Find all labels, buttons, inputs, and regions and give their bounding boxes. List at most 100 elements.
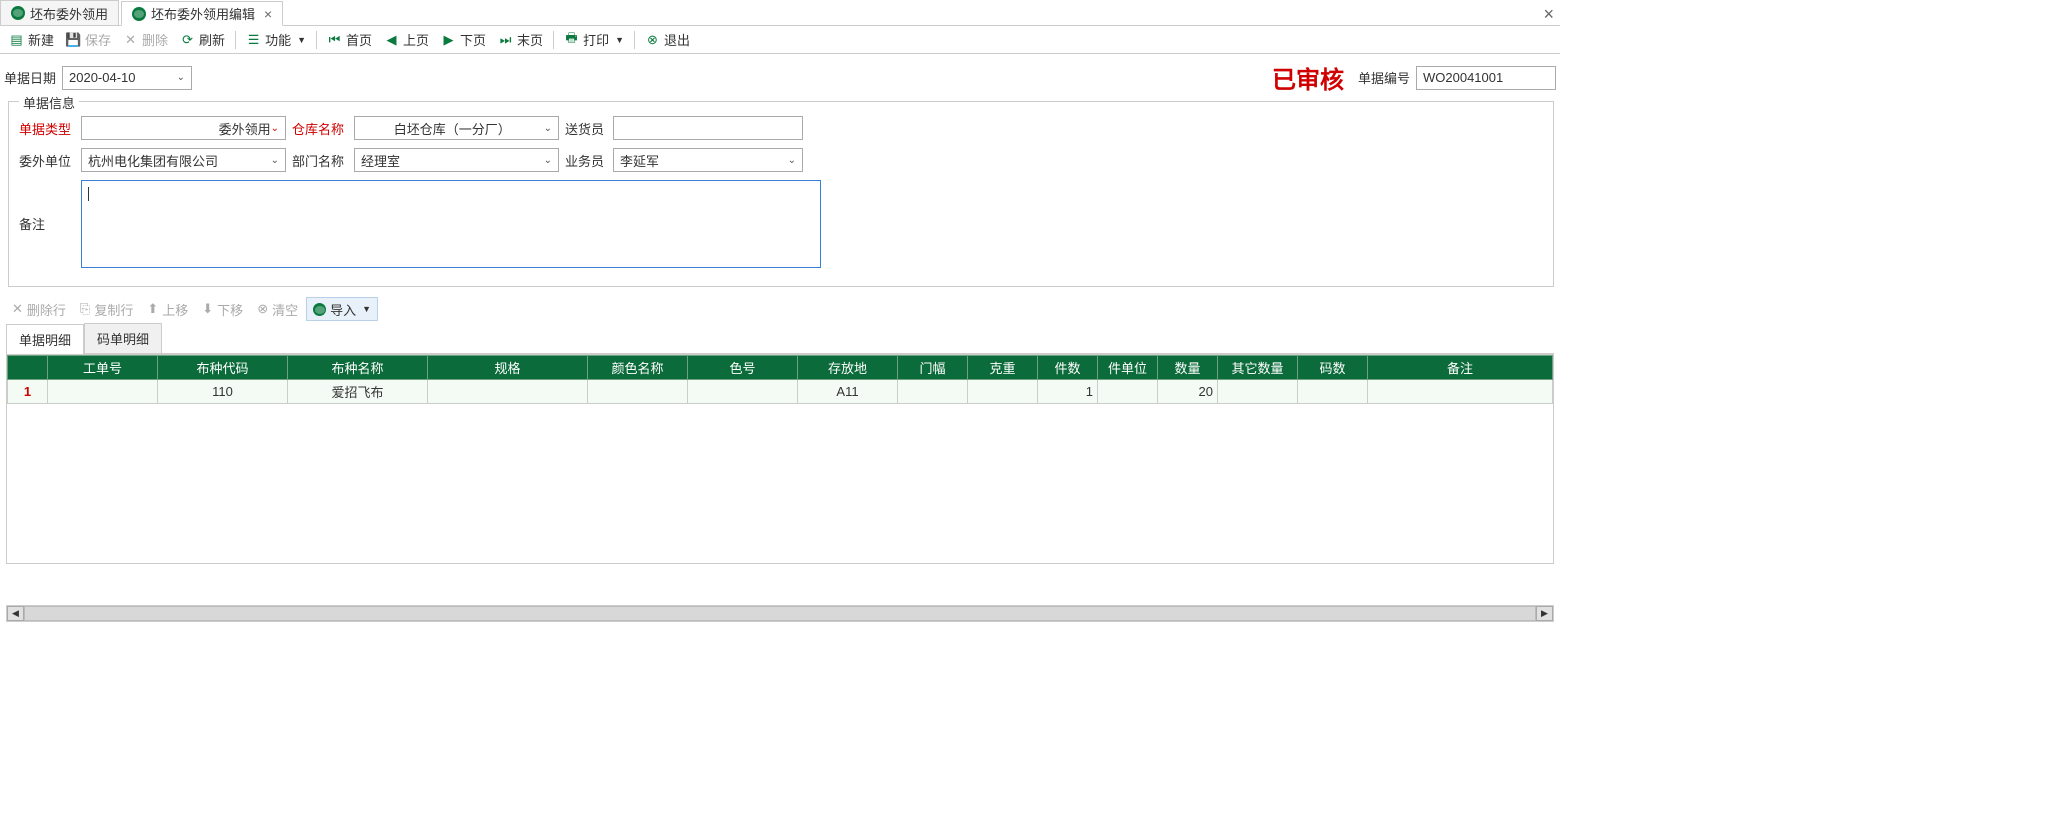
date-value: 2020-04-10	[69, 70, 136, 85]
next-icon: ▶	[441, 32, 456, 47]
type-select[interactable]: 委外领用 ⌄	[81, 116, 286, 140]
cell-colorno[interactable]	[688, 380, 798, 404]
func-button[interactable]: ☰ 功能 ▼	[241, 28, 311, 52]
doc-info-fieldset: 单据信息 单据类型 委外领用 ⌄ 仓库名称 白坯仓库（一分厂） ⌄ 送货员 委外…	[8, 101, 1554, 287]
exit-button[interactable]: ⊗ 退出	[640, 28, 695, 52]
col-yard[interactable]: 码数	[1298, 356, 1368, 380]
print-icon: 🖶	[564, 32, 579, 47]
clear-button: ⊗ 清空	[251, 297, 304, 321]
globe-icon	[132, 7, 146, 21]
copy-row-button: ⎘ 复制行	[74, 297, 139, 321]
cell-qty[interactable]: 20	[1158, 380, 1218, 404]
sender-label: 送货员	[565, 119, 607, 138]
print-button[interactable]: 🖶 打印 ▼	[559, 28, 629, 52]
col-colorname[interactable]: 颜色名称	[588, 356, 688, 380]
close-icon[interactable]: ×	[264, 6, 272, 22]
warehouse-select[interactable]: 白坯仓库（一分厂） ⌄	[354, 116, 559, 140]
dept-value: 经理室	[361, 151, 544, 170]
last-button[interactable]: ⏭ 末页	[493, 28, 548, 52]
remark-textarea[interactable]	[81, 180, 821, 268]
import-button[interactable]: 导入 ▼	[306, 297, 378, 321]
col-loc[interactable]: 存放地	[798, 356, 898, 380]
cell-name[interactable]: 爱招飞布	[288, 380, 428, 404]
date-field[interactable]: 2020-04-10 ⌄	[62, 66, 192, 90]
prev-button[interactable]: ◀ 上页	[379, 28, 434, 52]
horizontal-scrollbar[interactable]: ◀ ▶	[6, 605, 1554, 622]
close-all-icon[interactable]: ×	[1543, 4, 1554, 25]
scroll-right-icon[interactable]: ▶	[1536, 606, 1553, 621]
separator	[235, 31, 236, 49]
biz-value: 李延军	[620, 151, 788, 170]
col-name[interactable]: 布种名称	[288, 356, 428, 380]
prev-icon: ◀	[384, 32, 399, 47]
cell-code[interactable]: 110	[158, 380, 288, 404]
cell-colorname[interactable]	[588, 380, 688, 404]
exit-icon: ⊗	[645, 32, 660, 47]
cell-gweight[interactable]	[968, 380, 1038, 404]
tab-bar: 坯布委外领用 坯布委外领用编辑 × ×	[0, 0, 1560, 26]
up-icon: ⬆	[147, 301, 158, 317]
outunit-select[interactable]: 杭州电化集团有限公司 ⌄	[81, 148, 286, 172]
detail-tabs: 单据明细 码单明细	[6, 323, 1554, 354]
cell-workno[interactable]	[48, 380, 158, 404]
chevron-down-icon: ⌄	[544, 155, 552, 166]
col-spec[interactable]: 规格	[428, 356, 588, 380]
tab-list[interactable]: 坯布委外领用	[0, 0, 119, 25]
date-label: 单据日期	[4, 68, 56, 87]
tab-edit[interactable]: 坯布委外领用编辑 ×	[121, 1, 283, 26]
cell-otherqty[interactable]	[1218, 380, 1298, 404]
col-otherqty[interactable]: 其它数量	[1218, 356, 1298, 380]
col-remark[interactable]: 备注	[1368, 356, 1553, 380]
tab-code-detail[interactable]: 码单明细	[84, 323, 162, 353]
cell-width[interactable]	[898, 380, 968, 404]
separator	[316, 31, 317, 49]
docno-field[interactable]: WO20041001	[1416, 66, 1556, 90]
col-width[interactable]: 门幅	[898, 356, 968, 380]
chevron-down-icon: ▼	[297, 35, 306, 45]
outunit-value: 杭州电化集团有限公司	[88, 151, 271, 170]
refresh-button[interactable]: ⟳ 刷新	[175, 28, 230, 52]
save-button: 💾 保存	[61, 28, 116, 52]
next-button[interactable]: ▶ 下页	[436, 28, 491, 52]
col-gweight[interactable]: 克重	[968, 356, 1038, 380]
cell-loc[interactable]: A11	[798, 380, 898, 404]
scroll-track[interactable]	[24, 606, 1536, 621]
tab-label: 坯布委外领用	[30, 4, 108, 23]
scroll-left-icon[interactable]: ◀	[7, 606, 24, 621]
last-icon: ⏭	[498, 32, 513, 47]
first-button[interactable]: ⏮ 首页	[322, 28, 377, 52]
warehouse-value: 白坯仓库（一分厂）	[361, 119, 544, 138]
dept-select[interactable]: 经理室 ⌄	[354, 148, 559, 172]
delete-icon: ✕	[12, 301, 23, 317]
col-colorno[interactable]: 色号	[688, 356, 798, 380]
cell-remark[interactable]	[1368, 380, 1553, 404]
type-label: 单据类型	[19, 119, 75, 138]
col-code[interactable]: 布种代码	[158, 356, 288, 380]
cell-pcsunit[interactable]	[1098, 380, 1158, 404]
chevron-down-icon: ⌄	[788, 155, 796, 166]
tab-label: 坯布委外领用编辑	[151, 4, 255, 23]
cell-yard[interactable]	[1298, 380, 1368, 404]
header-info: 单据日期 2020-04-10 ⌄ 已审核 单据编号 WO20041001	[0, 54, 1560, 101]
sender-input[interactable]	[613, 116, 803, 140]
first-icon: ⏮	[327, 32, 342, 47]
col-pcsunit[interactable]: 件单位	[1098, 356, 1158, 380]
cell-spec[interactable]	[428, 380, 588, 404]
col-qty[interactable]: 数量	[1158, 356, 1218, 380]
dept-label: 部门名称	[292, 151, 348, 170]
delete-icon: ✕	[123, 32, 138, 47]
new-button[interactable]: ▤ 新建	[4, 28, 59, 52]
cell-pcs[interactable]: 1	[1038, 380, 1098, 404]
docno-value: WO20041001	[1423, 70, 1503, 85]
col-pcs[interactable]: 件数	[1038, 356, 1098, 380]
rownum-header	[8, 356, 48, 380]
tab-doc-detail[interactable]: 单据明细	[6, 324, 84, 354]
copy-icon: ⎘	[80, 301, 90, 317]
clear-icon: ⊗	[257, 301, 268, 317]
list-icon: ☰	[246, 32, 261, 47]
biz-select[interactable]: 李延军 ⌄	[613, 148, 803, 172]
scroll-thumb[interactable]	[24, 606, 1536, 621]
col-workno[interactable]: 工单号	[48, 356, 158, 380]
main-toolbar: ▤ 新建 💾 保存 ✕ 删除 ⟳ 刷新 ☰ 功能 ▼ ⏮ 首页 ◀ 上页 ▶ 下…	[0, 26, 1560, 54]
table-row[interactable]: 1 110 爱招飞布 A11 1 20	[8, 380, 1553, 404]
